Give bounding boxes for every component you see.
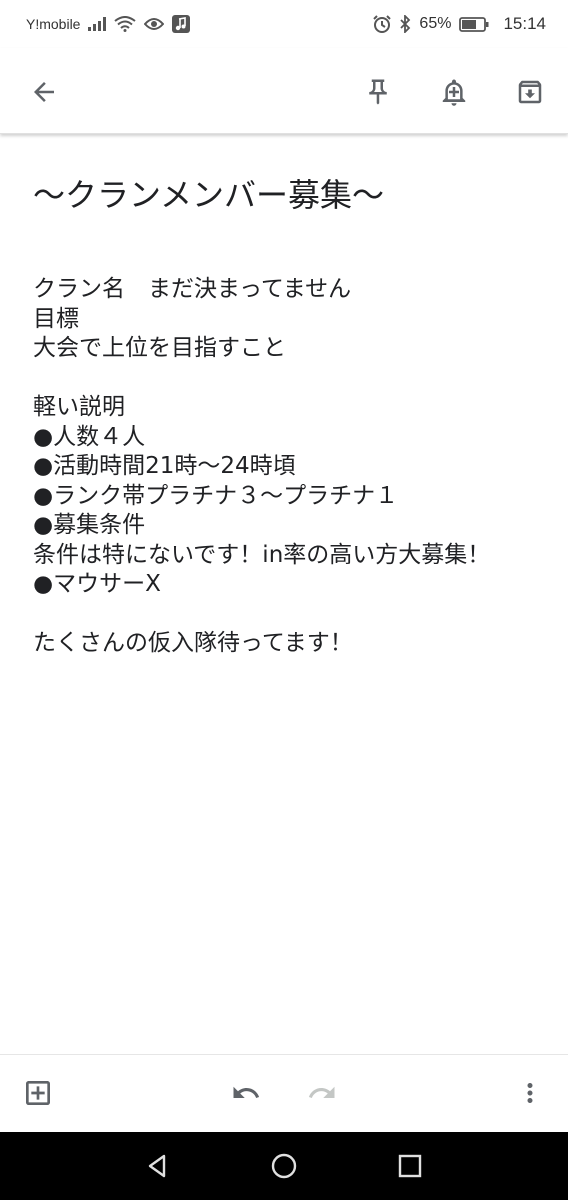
square-recents-icon bbox=[398, 1154, 422, 1178]
note-line: 条件は特にないです！in率の高い方大募集！ bbox=[33, 541, 491, 568]
app-bar bbox=[0, 48, 568, 134]
pin-button[interactable] bbox=[354, 68, 402, 116]
status-bar: Y!mobile 65% 15:14 bbox=[0, 0, 568, 48]
battery-icon bbox=[459, 16, 489, 32]
redo-button[interactable] bbox=[298, 1069, 346, 1117]
status-left: Y!mobile bbox=[26, 15, 191, 33]
add-alert-icon bbox=[442, 79, 466, 106]
note-body[interactable]: クラン名 まだ決まってません 目標 大会で上位を目指すこと 軽い説明 ●人数４人… bbox=[33, 275, 538, 659]
alarm-icon bbox=[373, 15, 392, 33]
pin-icon bbox=[369, 79, 387, 105]
note-line: ●募集条件 bbox=[33, 512, 146, 538]
battery-percent: 65% bbox=[419, 15, 452, 32]
note-line: ●ランク帯プラチナ３～プラチナ１ bbox=[33, 482, 399, 509]
note-line: ●マウサーX bbox=[33, 571, 161, 597]
note-content[interactable]: ～クランメンバー募集～ クラン名 まだ決まってません 目標 大会で上位を目指すこ… bbox=[33, 170, 538, 659]
note-line: 目標 bbox=[33, 305, 79, 332]
signal-icon bbox=[88, 17, 107, 31]
undo-button[interactable] bbox=[222, 1069, 270, 1117]
back-button[interactable] bbox=[20, 68, 68, 116]
archive-icon bbox=[518, 80, 542, 104]
add-box-icon bbox=[26, 1081, 50, 1105]
note-line bbox=[33, 364, 538, 394]
more-vert-icon bbox=[527, 1083, 533, 1103]
system-nav-bar bbox=[0, 1132, 568, 1200]
nav-back-button[interactable] bbox=[134, 1142, 182, 1190]
nav-recents-button[interactable] bbox=[386, 1142, 434, 1190]
more-options-button[interactable] bbox=[506, 1069, 554, 1117]
note-title[interactable]: ～クランメンバー募集～ bbox=[33, 170, 538, 220]
note-line: たくさんの仮入隊待ってます！ bbox=[33, 630, 353, 656]
status-right: 65% 15:14 bbox=[373, 14, 546, 34]
arrow-back-icon bbox=[34, 82, 54, 102]
add-content-button[interactable] bbox=[14, 1069, 62, 1117]
note-line: クラン名 まだ決まってません bbox=[33, 276, 352, 302]
undo-icon bbox=[233, 1086, 260, 1098]
note-line bbox=[33, 600, 538, 630]
note-line: ●人数４人 bbox=[33, 423, 146, 450]
bluetooth-icon bbox=[399, 15, 411, 33]
bottom-toolbar bbox=[0, 1054, 568, 1132]
circle-home-icon bbox=[271, 1153, 297, 1179]
triangle-back-icon bbox=[148, 1154, 166, 1178]
note-line: ●活動時間21時～24時頃 bbox=[33, 453, 296, 479]
carrier-label: Y!mobile bbox=[26, 16, 81, 32]
music-app-icon bbox=[172, 15, 191, 33]
redo-icon bbox=[308, 1086, 335, 1098]
nav-home-button[interactable] bbox=[260, 1142, 308, 1190]
note-line: 軽い説明 bbox=[33, 394, 125, 420]
clock: 15:14 bbox=[503, 14, 546, 33]
archive-button[interactable] bbox=[506, 68, 554, 116]
reminder-button[interactable] bbox=[430, 68, 478, 116]
wifi-icon bbox=[114, 16, 137, 32]
note-line: 大会で上位を目指すこと bbox=[33, 335, 286, 361]
eye-icon bbox=[144, 17, 165, 31]
